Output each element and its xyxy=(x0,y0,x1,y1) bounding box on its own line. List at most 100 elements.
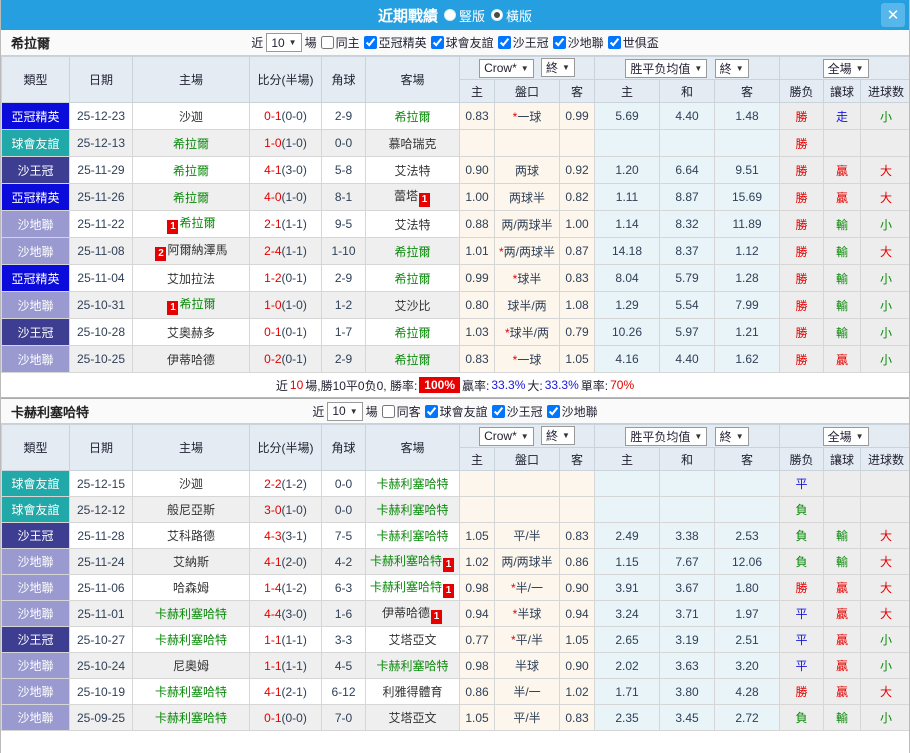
result-handicap: 輸 xyxy=(824,211,861,238)
competition-checkbox[interactable] xyxy=(547,405,560,418)
competition-checkbox[interactable] xyxy=(425,405,438,418)
home-team-name: 希拉爾 xyxy=(179,216,215,230)
handicap-line: *两/两球半 xyxy=(495,238,560,265)
col-header-type: 類型 xyxy=(2,425,70,471)
close-button[interactable]: ✕ xyxy=(881,3,905,27)
same-venue-checkbox-item[interactable]: 同客 xyxy=(381,403,421,420)
recent-count-value: 10 xyxy=(271,36,284,50)
competition-checkbox[interactable] xyxy=(608,36,621,49)
result-goals: 大 xyxy=(861,238,910,265)
match-row: 沙地聯25-09-25卡赫利塞哈特0-1(0-0)7-0艾塔亞文1.05平/半0… xyxy=(2,705,910,731)
recent-count-select[interactable]: 10 ▼ xyxy=(266,33,301,52)
scope-select[interactable]: 全場▼ xyxy=(823,59,869,78)
match-type-badge: 球會友誼 xyxy=(2,497,70,523)
home-team-cell: 希拉爾 xyxy=(133,157,250,184)
dropdown-caret-icon: ▼ xyxy=(289,38,297,47)
result-handicap: 輸 xyxy=(824,549,861,575)
handicap-text: 一球 xyxy=(517,353,541,367)
same-venue-checkbox[interactable] xyxy=(321,36,334,49)
match-date: 25-11-08 xyxy=(70,238,133,265)
competition-checkbox-item[interactable]: 球會友誼 xyxy=(430,34,494,51)
summary-segment: 大: xyxy=(527,377,542,394)
col-header-handicap: 盤口 xyxy=(495,448,560,471)
result-winloss: 負 xyxy=(780,549,824,575)
handicap-line xyxy=(495,130,560,157)
avg-away: 4.28 xyxy=(715,679,780,705)
dropdown-caret-icon: ▼ xyxy=(521,432,529,441)
competition-checkbox-item[interactable]: 亞冠精英 xyxy=(363,34,427,51)
match-type-badge: 沙地聯 xyxy=(2,211,70,238)
summary-segment: 近 xyxy=(276,377,288,394)
fulltime-score: 2-4 xyxy=(264,244,281,258)
avg-draw: 3.45 xyxy=(660,705,715,731)
col-header-handicap-result: 讓球 xyxy=(824,80,861,103)
col-header-goals: 进球数 xyxy=(861,448,910,471)
col-header-goals: 进球数 xyxy=(861,80,910,103)
layout-radio-horizontal[interactable]: 橫版 xyxy=(491,6,532,25)
avg-home: 1.11 xyxy=(595,184,660,211)
home-team-name: 希拉爾 xyxy=(173,137,209,151)
result-group-header: 全場▼ xyxy=(780,57,910,80)
odds-home: 0.77 xyxy=(460,627,495,653)
odds-group-header: Crow*▼ 終▼ xyxy=(460,425,595,448)
halftime-score: (1-2) xyxy=(282,581,307,595)
result-handicap xyxy=(824,497,861,523)
bookmaker-select[interactable]: Crow*▼ xyxy=(479,427,534,446)
match-row: 球會友誼25-12-12般尼亞斯3-0(1-0)0-0卡赫利塞哈特負 xyxy=(2,497,910,523)
result-group-header: 全場▼ xyxy=(780,425,910,448)
match-type-badge: 亞冠精英 xyxy=(2,184,70,211)
match-type-badge: 沙地聯 xyxy=(2,679,70,705)
dropdown-caret-icon: ▼ xyxy=(736,432,744,441)
match-type-badge: 沙地聯 xyxy=(2,601,70,627)
away-team-cell: 卡赫利塞哈特 xyxy=(366,471,460,497)
result-handicap xyxy=(824,471,861,497)
home-team-name: 哈森姆 xyxy=(173,581,209,595)
same-venue-checkbox-item[interactable]: 同主 xyxy=(320,34,360,51)
bookmaker-select[interactable]: Crow*▼ xyxy=(479,59,534,78)
competition-checkbox[interactable] xyxy=(431,36,444,49)
col-header-odds-home: 主 xyxy=(460,80,495,103)
layout-radio-vertical[interactable]: 豎版 xyxy=(444,6,485,25)
avg-final-select[interactable]: 終▼ xyxy=(715,427,749,446)
competition-checkbox-item[interactable]: 球會友誼 xyxy=(424,403,488,420)
odds-away: 0.86 xyxy=(560,549,595,575)
match-date: 25-10-27 xyxy=(70,627,133,653)
handicap-line: *一球 xyxy=(495,103,560,130)
competition-checkbox[interactable] xyxy=(364,36,377,49)
avg-home: 1.29 xyxy=(595,292,660,319)
competition-checkbox-item[interactable]: 世俱盃 xyxy=(607,34,659,51)
odds-final-select[interactable]: 終▼ xyxy=(541,58,575,77)
competition-checkbox-item[interactable]: 沙王冠 xyxy=(497,34,549,51)
recent-count-select[interactable]: 10▼ xyxy=(327,402,362,421)
result-winloss: 勝 xyxy=(780,130,824,157)
avg-select[interactable]: 胜平负均值▼ xyxy=(625,427,707,446)
avg-home: 10.26 xyxy=(595,319,660,346)
odds-away: 0.99 xyxy=(560,103,595,130)
competition-checkbox-item[interactable]: 沙地聯 xyxy=(546,403,598,420)
match-type-badge: 亞冠精英 xyxy=(2,103,70,130)
avg-final-select[interactable]: 終▼ xyxy=(715,59,749,78)
halftime-score: (0-0) xyxy=(282,711,307,725)
corner-count: 0-0 xyxy=(322,130,366,157)
competition-checkbox[interactable] xyxy=(492,405,505,418)
home-team-cell: 尼奧姆 xyxy=(133,653,250,679)
handicap-line: *一球 xyxy=(495,346,560,373)
col-header-away: 客場 xyxy=(366,57,460,103)
col-header-avg-home: 主 xyxy=(595,448,660,471)
dialog-titlebar: 近期戰績 豎版 橫版 ✕ xyxy=(1,0,909,30)
handicap-text: 两球 xyxy=(515,164,539,178)
same-venue-checkbox[interactable] xyxy=(382,405,395,418)
result-winloss: 勝 xyxy=(780,184,824,211)
match-date: 25-10-25 xyxy=(70,346,133,373)
avg-draw: 3.67 xyxy=(660,575,715,601)
match-row: 沙王冠25-11-29希拉爾4-1(3-0)5-8艾法特0.90两球0.921.… xyxy=(2,157,910,184)
odds-final-select[interactable]: 終▼ xyxy=(541,426,575,445)
away-team-cell: 卡赫利塞哈特 xyxy=(366,523,460,549)
competition-checkbox-item[interactable]: 沙地聯 xyxy=(552,34,604,51)
scope-select[interactable]: 全場▼ xyxy=(823,427,869,446)
competition-checkbox[interactable] xyxy=(553,36,566,49)
competition-checkbox[interactable] xyxy=(498,36,511,49)
avg-select[interactable]: 胜平负均值▼ xyxy=(625,59,707,78)
away-team-name: 希拉爾 xyxy=(394,110,430,124)
competition-checkbox-item[interactable]: 沙王冠 xyxy=(491,403,543,420)
